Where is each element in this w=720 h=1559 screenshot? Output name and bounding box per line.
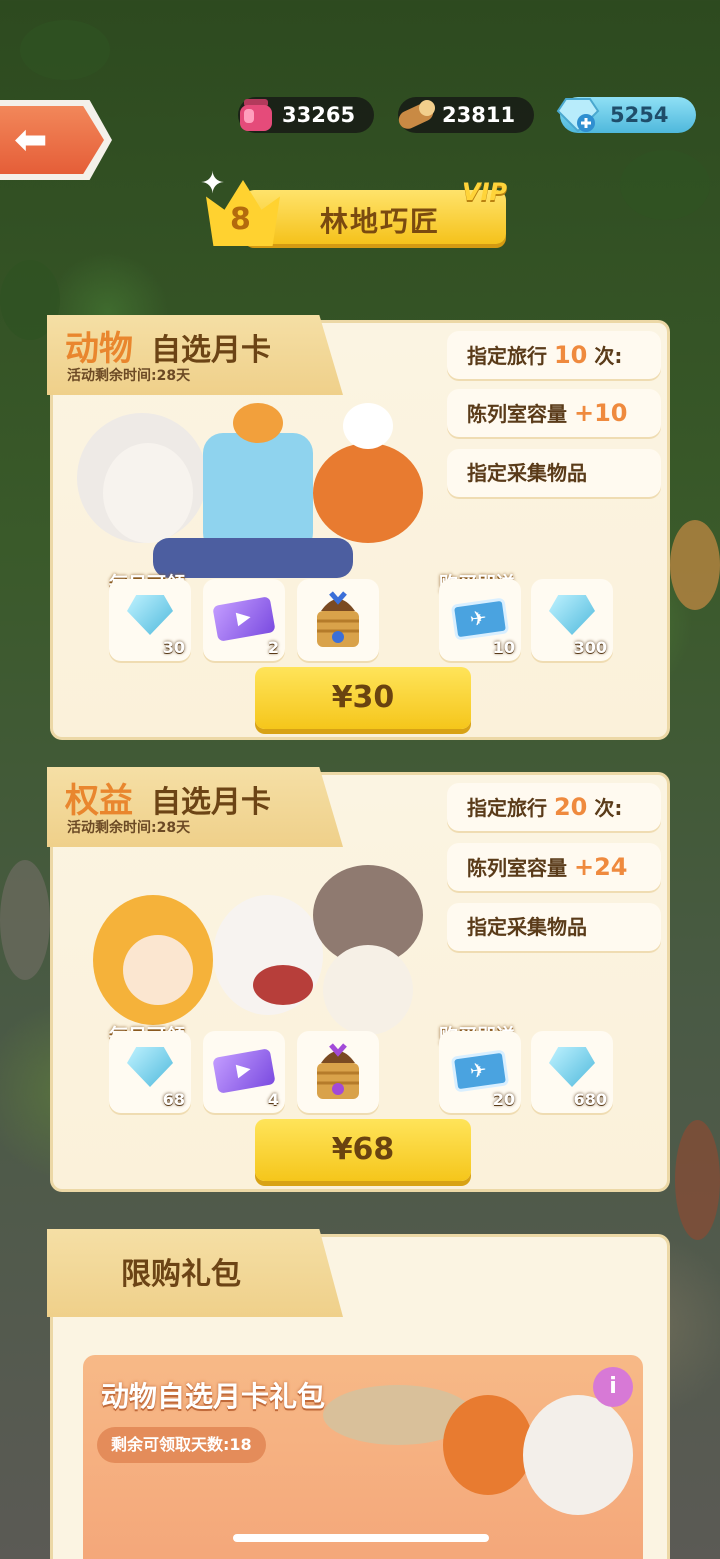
info-icon[interactable]: i xyxy=(593,1367,633,1407)
resource-ink: 33265 xyxy=(238,97,374,133)
resource-wood: 23811 xyxy=(398,97,534,133)
card-title-highlight: 权益 xyxy=(65,781,133,821)
daily-item-gem[interactable]: 30 xyxy=(109,579,191,661)
gem-icon xyxy=(127,595,173,635)
card-remaining-time: 活动剩余时间:28天 xyxy=(67,368,191,384)
daily-item-video-ticket[interactable]: 2 xyxy=(203,579,285,661)
character-illustration xyxy=(73,855,433,1035)
back-arrow-icon: ⬅ xyxy=(14,117,48,163)
vip-level: 8 xyxy=(230,202,251,237)
pack-title: 动物自选月卡礼包 xyxy=(101,1380,326,1413)
daily-item-basket[interactable] xyxy=(297,579,379,661)
card-title-highlight: 动物 xyxy=(65,329,133,369)
character-illustration xyxy=(523,1395,633,1515)
vip-title: 林地巧匠 xyxy=(320,205,441,238)
gem-icon xyxy=(127,1047,173,1087)
video-ticket-icon xyxy=(212,1048,276,1094)
daily-item-video-ticket[interactable]: 4 xyxy=(203,1031,285,1113)
ink-bottle-icon xyxy=(240,99,272,131)
perk-gallery-value: +10 xyxy=(573,399,628,427)
buy-button[interactable]: ¥68 xyxy=(255,1119,471,1181)
bonus-item-travel-ticket[interactable]: 20 xyxy=(439,1031,521,1113)
video-ticket-icon xyxy=(212,596,276,642)
vip-badge: VIP xyxy=(462,178,508,206)
perk-gallery: 陈列室容量 +10 xyxy=(447,389,661,437)
wood-log-icon xyxy=(398,100,435,129)
perk-travel: 指定旅行 20 次: xyxy=(447,783,661,831)
daily-item-gem[interactable]: 68 xyxy=(109,1031,191,1113)
character-illustration xyxy=(73,403,433,583)
back-button[interactable]: ⬅ xyxy=(0,100,112,180)
monthly-card-animal: 动物 自选月卡 活动剩余时间:28天 指定旅行 10 次: 陈列室容量 +10 … xyxy=(47,315,670,740)
vip-banner[interactable]: ✦ 8 林地巧匠 VIP xyxy=(200,166,520,250)
packs-title: 限购礼包 xyxy=(121,1257,241,1292)
packs-header: 限购礼包 xyxy=(47,1229,343,1317)
card-header: 权益 自选月卡 活动剩余时间:28天 xyxy=(47,767,343,847)
perk-travel: 指定旅行 10 次: xyxy=(447,331,661,379)
ink-count: 33265 xyxy=(282,103,356,127)
card-title: 自选月卡 xyxy=(151,785,271,820)
travel-ticket-icon xyxy=(450,597,510,641)
gem-icon xyxy=(549,1047,595,1087)
monthly-card-benefit: 权益 自选月卡 活动剩余时间:28天 指定旅行 20 次: 陈列室容量 +24 … xyxy=(47,767,670,1192)
home-indicator[interactable] xyxy=(233,1534,489,1542)
gem-icon xyxy=(549,595,595,635)
resource-gems[interactable]: 5254 xyxy=(556,97,696,133)
basket-icon xyxy=(317,1043,359,1099)
bonus-item-gem[interactable]: 680 xyxy=(531,1031,613,1113)
perk-collect: 指定采集物品 xyxy=(447,903,661,951)
wood-count: 23811 xyxy=(442,103,516,127)
bonus-item-gem[interactable]: 300 xyxy=(531,579,613,661)
card-title: 自选月卡 xyxy=(151,333,271,368)
perk-travel-value: 10 xyxy=(553,341,588,369)
pack-card[interactable]: 动物自选月卡礼包 剩余可领取天数:18 i xyxy=(83,1355,643,1559)
basket-icon xyxy=(317,591,359,647)
perk-gallery: 陈列室容量 +24 xyxy=(447,843,661,891)
bonus-item-travel-ticket[interactable]: 10 xyxy=(439,579,521,661)
perk-gallery-value: +24 xyxy=(573,853,628,881)
gem-count: 5254 xyxy=(610,103,669,127)
character-illustration xyxy=(443,1395,533,1495)
sparkle-icon: ✦ xyxy=(200,166,226,201)
card-header: 动物 自选月卡 活动剩余时间:28天 xyxy=(47,315,343,395)
card-remaining-time: 活动剩余时间:28天 xyxy=(67,820,191,836)
limited-packs-section: 限购礼包 动物自选月卡礼包 剩余可领取天数:18 i xyxy=(47,1229,670,1559)
pack-days-left: 剩余可领取天数:18 xyxy=(97,1427,266,1463)
buy-button[interactable]: ¥30 xyxy=(255,667,471,729)
perk-collect: 指定采集物品 xyxy=(447,449,661,497)
daily-item-basket[interactable] xyxy=(297,1031,379,1113)
gem-plus-icon[interactable] xyxy=(556,91,600,135)
travel-ticket-icon xyxy=(450,1049,510,1093)
perk-travel-value: 20 xyxy=(553,793,588,821)
